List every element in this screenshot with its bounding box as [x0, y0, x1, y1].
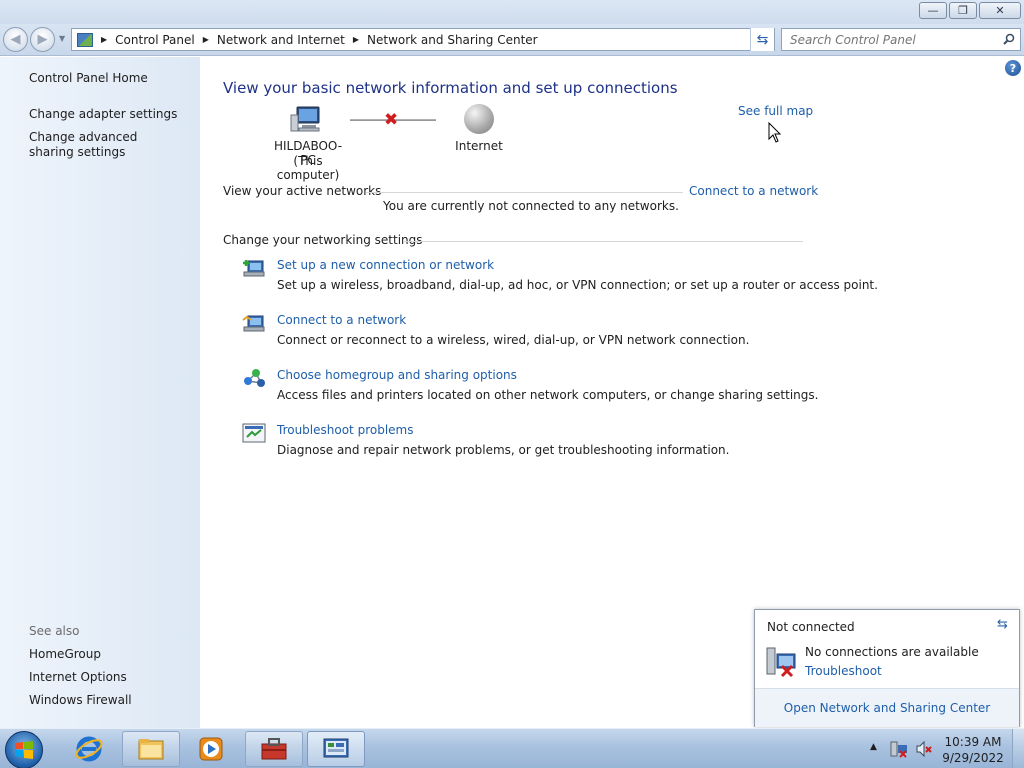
- see-full-map-link[interactable]: See full map: [738, 104, 813, 118]
- taskbar-control-panel[interactable]: [307, 731, 365, 767]
- clock-time: 10:39 AM: [944, 735, 1002, 749]
- toolbox-icon: [261, 738, 287, 760]
- flyout-message: No connections are available: [805, 645, 979, 659]
- see-also-heading: See also: [29, 624, 80, 638]
- task-troubleshoot-link[interactable]: Troubleshoot problems: [277, 423, 413, 437]
- address-bar[interactable]: ▶ Control Panel ▶ Network and Internet ▶…: [71, 28, 775, 51]
- flyout-footer: Open Network and Sharing Center: [755, 688, 1019, 727]
- search-input[interactable]: [790, 32, 995, 47]
- connection-status-text: You are currently not connected to any n…: [383, 199, 679, 213]
- forward-arrow-icon: ▶: [37, 32, 48, 47]
- minimize-icon: —: [927, 4, 939, 17]
- page-title: View your basic network information and …: [223, 79, 678, 97]
- help-button[interactable]: ?: [1005, 60, 1021, 76]
- taskbar-media-player[interactable]: [182, 731, 240, 767]
- breadcrumb-control-panel[interactable]: Control Panel: [115, 33, 195, 47]
- flyout-troubleshoot-link[interactable]: Troubleshoot: [805, 664, 882, 678]
- sidebar-item-change-advanced-sharing[interactable]: Change advanced sharing settings: [29, 130, 179, 160]
- breadcrumb-separator-icon[interactable]: ▶: [203, 35, 209, 44]
- computer-icon[interactable]: [290, 105, 322, 133]
- window-titlebar: — ❐ ✕: [0, 0, 1024, 24]
- flyout-refresh-icon[interactable]: ⇆: [997, 617, 1008, 632]
- minimize-button[interactable]: —: [919, 2, 947, 19]
- sidebar-item-homegroup[interactable]: HomeGroup: [29, 647, 101, 662]
- help-icon: ?: [1009, 61, 1017, 75]
- network-error-icon: [766, 647, 796, 678]
- taskbar-internet-explorer[interactable]: [60, 731, 118, 767]
- task-connect-network-link[interactable]: Connect to a network: [277, 313, 406, 327]
- section-divider: [403, 241, 803, 242]
- back-button[interactable]: ◀: [3, 27, 28, 52]
- task-setup-connection-link[interactable]: Set up a new connection or network: [277, 258, 494, 272]
- task-homegroup-desc: Access files and printers located on oth…: [277, 388, 819, 402]
- windows-logo-icon: [15, 741, 33, 759]
- sidebar-item-internet-options[interactable]: Internet Options: [29, 670, 127, 685]
- network-flyout: Not connected ⇆ No connections are avail…: [754, 609, 1020, 727]
- show-desktop-button[interactable]: [1012, 729, 1024, 768]
- network-tray-icon[interactable]: [890, 740, 908, 758]
- start-button[interactable]: [5, 731, 43, 768]
- sidebar-item-change-adapter-settings[interactable]: Change adapter settings: [29, 107, 177, 122]
- task-homegroup-link[interactable]: Choose homegroup and sharing options: [277, 368, 517, 382]
- breadcrumb-separator-icon[interactable]: ▶: [353, 35, 359, 44]
- sidebar-item-windows-firewall[interactable]: Windows Firewall: [29, 693, 132, 708]
- close-button[interactable]: ✕: [979, 2, 1021, 19]
- breadcrumb-separator-icon[interactable]: ▶: [101, 35, 107, 44]
- task-setup-connection-desc: Set up a wireless, broadband, dial-up, a…: [277, 278, 878, 292]
- internet-label: Internet: [455, 139, 503, 153]
- sidebar-item-control-panel-home[interactable]: Control Panel Home: [29, 71, 148, 86]
- recent-pages-dropdown[interactable]: ▼: [59, 34, 65, 43]
- search-box[interactable]: [781, 28, 1021, 51]
- navigation-bar: ◀ ▶ ▼ ▶ Control Panel ▶ Network and Inte…: [0, 24, 1024, 56]
- mouse-cursor-icon: [768, 122, 782, 143]
- new-connection-icon[interactable]: [242, 257, 266, 279]
- open-network-center-link[interactable]: Open Network and Sharing Center: [755, 701, 1019, 715]
- taskbar-windows-explorer[interactable]: [122, 731, 180, 767]
- forward-button[interactable]: ▶: [30, 27, 55, 52]
- taskbar: ▲ 10:39 AM 9/29/2022: [0, 728, 1024, 768]
- connect-network-icon[interactable]: [242, 312, 266, 334]
- flyout-status: Not connected: [767, 620, 855, 634]
- control-panel-icon: [77, 32, 93, 47]
- windows-explorer-icon: [138, 739, 164, 760]
- back-arrow-icon: ◀: [10, 32, 21, 47]
- clock-date: 9/29/2022: [942, 751, 1004, 765]
- breadcrumb-network-sharing-center[interactable]: Network and Sharing Center: [367, 33, 538, 47]
- close-icon: ✕: [995, 4, 1005, 17]
- task-connect-network-desc: Connect or reconnect to a wireless, wire…: [277, 333, 750, 347]
- show-hidden-icons-button[interactable]: ▲: [870, 742, 877, 752]
- refresh-icon: ⇆: [756, 31, 769, 48]
- control-panel-icon: [323, 738, 349, 758]
- section-divider: [366, 192, 683, 193]
- breadcrumb-network-and-internet[interactable]: Network and Internet: [217, 33, 345, 47]
- search-icon[interactable]: [1003, 33, 1015, 45]
- active-networks-label: View your active networks: [223, 184, 382, 198]
- system-clock[interactable]: 10:39 AM 9/29/2022: [940, 734, 1006, 766]
- internet-globe-icon[interactable]: [464, 104, 494, 134]
- homegroup-icon[interactable]: [242, 367, 266, 389]
- restore-button[interactable]: ❐: [949, 2, 977, 19]
- window-controls: — ❐ ✕: [919, 2, 1021, 19]
- restore-icon: ❐: [958, 4, 968, 17]
- networking-settings-label: Change your networking settings: [223, 233, 423, 247]
- connect-to-network-link[interactable]: Connect to a network: [689, 184, 818, 198]
- refresh-button[interactable]: ⇆: [750, 28, 774, 51]
- disconnected-x-icon[interactable]: ✖: [384, 110, 398, 130]
- media-player-icon: [199, 737, 223, 761]
- volume-muted-icon[interactable]: [915, 740, 933, 758]
- computer-subtitle: (This computer): [276, 154, 340, 182]
- task-pane: Control Panel Home Change adapter settin…: [0, 57, 200, 728]
- troubleshoot-icon[interactable]: [242, 422, 266, 444]
- internet-explorer-icon: [75, 736, 103, 762]
- task-troubleshoot-desc: Diagnose and repair network problems, or…: [277, 443, 730, 457]
- taskbar-toolbox[interactable]: [245, 731, 303, 767]
